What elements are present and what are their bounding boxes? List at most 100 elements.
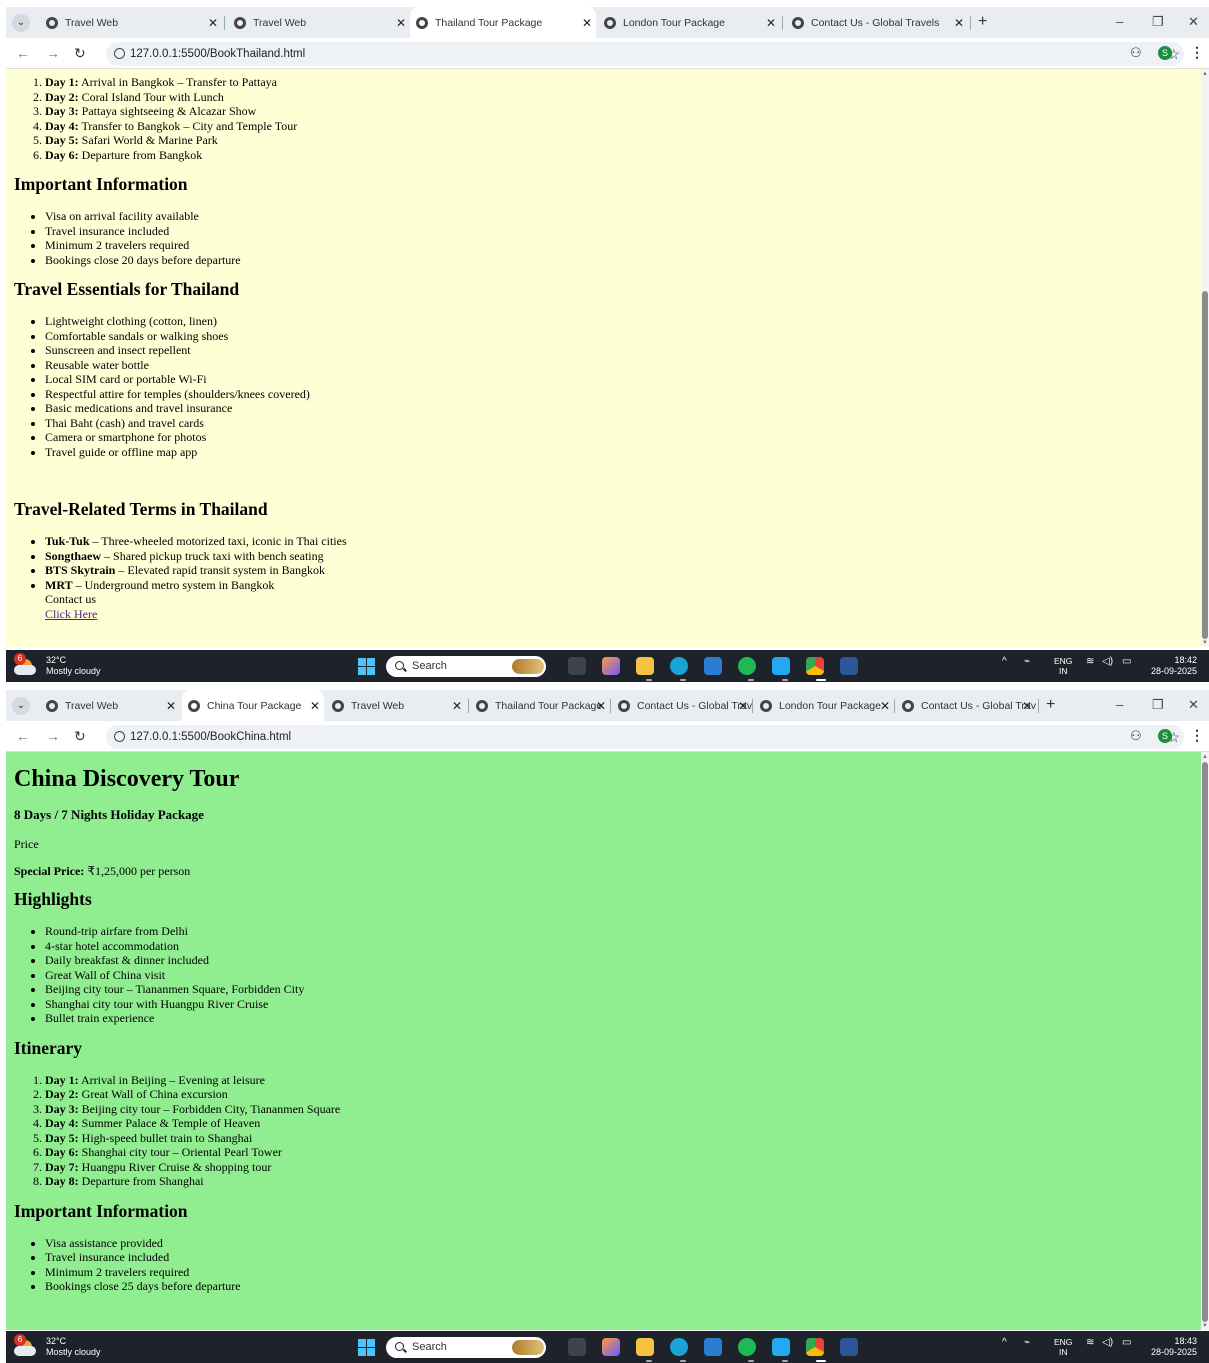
battery-icon[interactable]: ▭: [1122, 1337, 1131, 1348]
back-arrow-icon[interactable]: ←: [16, 45, 30, 61]
battery-icon[interactable]: ▭: [1122, 656, 1131, 667]
close-window-icon[interactable]: ✕: [1188, 14, 1199, 30]
volume-icon[interactable]: ◁): [1102, 656, 1113, 667]
file-explorer-icon[interactable]: [636, 1338, 654, 1356]
spotify-icon[interactable]: [738, 657, 756, 675]
back-arrow-icon[interactable]: ←: [16, 728, 30, 744]
tab-travel-web[interactable]: Travel Web ✕: [40, 690, 180, 721]
close-tab-icon[interactable]: ✕: [738, 699, 748, 713]
tab-contact-us[interactable]: Contact Us - Global Travels✕: [612, 690, 752, 721]
edge-icon[interactable]: [670, 1338, 688, 1356]
chevron-down-icon[interactable]: ⌄: [12, 14, 30, 32]
vscode-icon[interactable]: [772, 1338, 790, 1356]
chrome-icon[interactable]: [806, 1338, 824, 1356]
new-tab-icon[interactable]: +: [978, 13, 987, 31]
tab-london-tour-package[interactable]: London Tour Package ✕: [754, 690, 894, 721]
close-tab-icon[interactable]: ✕: [396, 16, 406, 30]
forward-arrow-icon[interactable]: →: [46, 728, 60, 744]
windows-start-icon[interactable]: [358, 658, 375, 675]
close-tab-icon[interactable]: ✕: [766, 16, 776, 30]
task-view-icon[interactable]: [568, 657, 586, 675]
avatar[interactable]: S: [1158, 46, 1172, 60]
site-info-icon[interactable]: [114, 48, 125, 59]
scrollbar[interactable]: ▲ ▼: [1201, 69, 1209, 647]
language-indicator[interactable]: ENG IN: [1054, 656, 1072, 676]
tab-travel-web[interactable]: Travel Web ✕: [40, 7, 222, 38]
avatar[interactable]: S: [1158, 729, 1172, 743]
reload-icon[interactable]: ↻: [74, 45, 86, 62]
scroll-up-icon[interactable]: ▲: [1202, 71, 1208, 77]
copilot-icon[interactable]: [602, 1338, 620, 1356]
tab-travel-web-2[interactable]: Travel Web ✕: [228, 7, 410, 38]
scrollbar[interactable]: ▲ ▼: [1201, 752, 1209, 1330]
close-tab-icon[interactable]: ✕: [582, 16, 592, 30]
vscode-icon[interactable]: [772, 657, 790, 675]
store-icon[interactable]: [704, 657, 722, 675]
language-indicator[interactable]: ENG IN: [1054, 1337, 1072, 1357]
taskbar-search[interactable]: Search: [386, 1337, 546, 1358]
wifi-icon[interactable]: ≋: [1086, 1337, 1094, 1348]
weather-icon[interactable]: 6: [14, 653, 38, 676]
close-tab-icon[interactable]: ✕: [596, 699, 606, 713]
close-window-icon[interactable]: ✕: [1188, 697, 1199, 713]
more-vert-icon[interactable]: ⋮: [1190, 44, 1204, 61]
tab-thailand-tour-package[interactable]: Thailand Tour Package ✕: [470, 690, 610, 721]
store-icon[interactable]: [704, 1338, 722, 1356]
edge-icon[interactable]: [670, 657, 688, 675]
url-input[interactable]: 127.0.0.1:5500/BookThailand.html ☆: [106, 42, 1184, 66]
task-view-icon[interactable]: [568, 1338, 586, 1356]
word-icon[interactable]: [840, 1338, 858, 1356]
clock[interactable]: 18:42 28-09-2025: [1151, 655, 1197, 677]
new-tab-icon[interactable]: +: [1046, 696, 1055, 714]
extension-icon[interactable]: ⚇: [1130, 45, 1142, 61]
tab-contact-us-2[interactable]: Contact Us - Global Travels✕: [896, 690, 1036, 721]
contact-link[interactable]: Click Here: [45, 607, 97, 621]
copilot-icon[interactable]: [602, 657, 620, 675]
restore-icon[interactable]: ❐: [1152, 14, 1164, 30]
minimize-icon[interactable]: –: [1116, 697, 1123, 712]
scroll-up-icon[interactable]: ▲: [1202, 754, 1208, 760]
chevron-up-icon[interactable]: ^: [1002, 656, 1007, 667]
scrollbar-thumb[interactable]: [1202, 291, 1208, 639]
restore-icon[interactable]: ❐: [1152, 697, 1164, 713]
tray-app-icon[interactable]: ⌁: [1024, 656, 1030, 667]
chevron-down-icon[interactable]: ⌄: [12, 697, 30, 715]
close-tab-icon[interactable]: ✕: [310, 699, 320, 713]
taskbar-search[interactable]: Search: [386, 656, 546, 677]
minimize-icon[interactable]: –: [1116, 14, 1123, 29]
close-tab-icon[interactable]: ✕: [880, 699, 890, 713]
scroll-down-icon[interactable]: ▼: [1202, 1323, 1208, 1329]
reload-icon[interactable]: ↻: [74, 728, 86, 745]
extension-icon[interactable]: ⚇: [1130, 728, 1142, 744]
spotify-icon[interactable]: [738, 1338, 756, 1356]
chrome-icon[interactable]: [806, 657, 824, 675]
scroll-down-icon[interactable]: ▼: [1202, 640, 1208, 646]
tab-contact-us[interactable]: Contact Us - Global Travels✕: [786, 7, 968, 38]
itinerary-list: Day 1: Arrival in Bangkok – Transfer to …: [6, 75, 1209, 162]
scrollbar-thumb[interactable]: [1202, 762, 1208, 1322]
forward-arrow-icon[interactable]: →: [46, 45, 60, 61]
wifi-icon[interactable]: ≋: [1086, 656, 1094, 667]
tab-travel-web-2[interactable]: Travel Web ✕: [326, 690, 466, 721]
tab-separator: [610, 699, 611, 713]
volume-icon[interactable]: ◁): [1102, 1337, 1113, 1348]
close-tab-icon[interactable]: ✕: [1022, 699, 1032, 713]
list-item: Day 4: Summer Palace & Temple of Heaven: [45, 1116, 1209, 1131]
more-vert-icon[interactable]: ⋮: [1190, 727, 1204, 744]
close-tab-icon[interactable]: ✕: [208, 16, 218, 30]
file-explorer-icon[interactable]: [636, 657, 654, 675]
tab-london-tour-package[interactable]: London Tour Package ✕: [598, 7, 780, 38]
url-input[interactable]: 127.0.0.1:5500/BookChina.html ☆: [106, 725, 1184, 749]
tab-china-tour-package[interactable]: China Tour Package ✕: [182, 690, 324, 721]
tab-thailand-tour-package[interactable]: Thailand Tour Package ✕: [410, 7, 596, 38]
clock[interactable]: 18:43 28-09-2025: [1151, 1336, 1197, 1358]
windows-start-icon[interactable]: [358, 1339, 375, 1356]
close-tab-icon[interactable]: ✕: [166, 699, 176, 713]
word-icon[interactable]: [840, 657, 858, 675]
close-tab-icon[interactable]: ✕: [452, 699, 462, 713]
chevron-up-icon[interactable]: ^: [1002, 1337, 1007, 1348]
tray-app-icon[interactable]: ⌁: [1024, 1337, 1030, 1348]
weather-icon[interactable]: 6: [14, 1334, 38, 1357]
site-info-icon[interactable]: [114, 731, 125, 742]
close-tab-icon[interactable]: ✕: [954, 16, 964, 30]
